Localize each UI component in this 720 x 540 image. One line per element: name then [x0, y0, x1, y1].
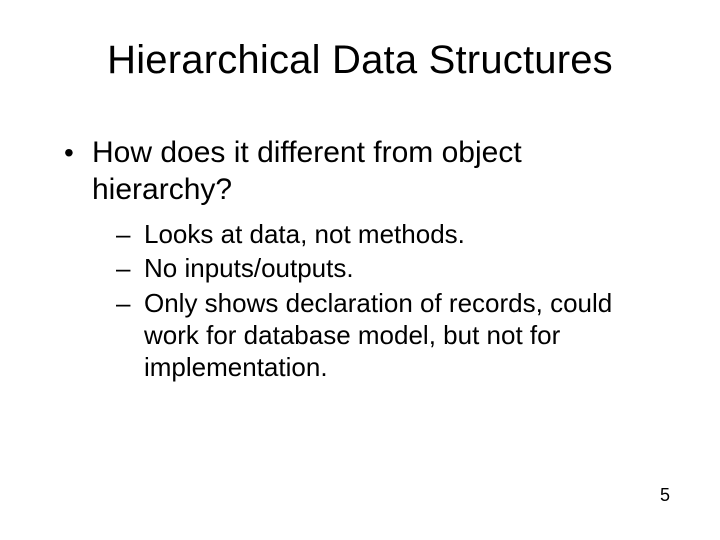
- bullet-level2-text: Only shows declaration of records, could…: [144, 288, 612, 382]
- bullet-level2-item: Only shows declaration of records, could…: [116, 287, 660, 384]
- slide-body: How does it different from object hierar…: [58, 135, 660, 389]
- bullet-level1-text: How does it different from object hierar…: [92, 136, 522, 206]
- bullet-level2-text: No inputs/outputs.: [144, 253, 354, 283]
- page-number: 5: [660, 485, 670, 506]
- slide: Hierarchical Data Structures How does it…: [0, 0, 720, 540]
- bullet-list-level1: How does it different from object hierar…: [58, 135, 660, 383]
- bullet-level1-item: How does it different from object hierar…: [58, 135, 660, 383]
- slide-title: Hierarchical Data Structures: [0, 38, 720, 83]
- bullet-list-level2: Looks at data, not methods. No inputs/ou…: [92, 218, 660, 383]
- bullet-level2-item: No inputs/outputs.: [116, 252, 660, 284]
- bullet-level2-text: Looks at data, not methods.: [144, 219, 465, 249]
- bullet-level2-item: Looks at data, not methods.: [116, 218, 660, 250]
